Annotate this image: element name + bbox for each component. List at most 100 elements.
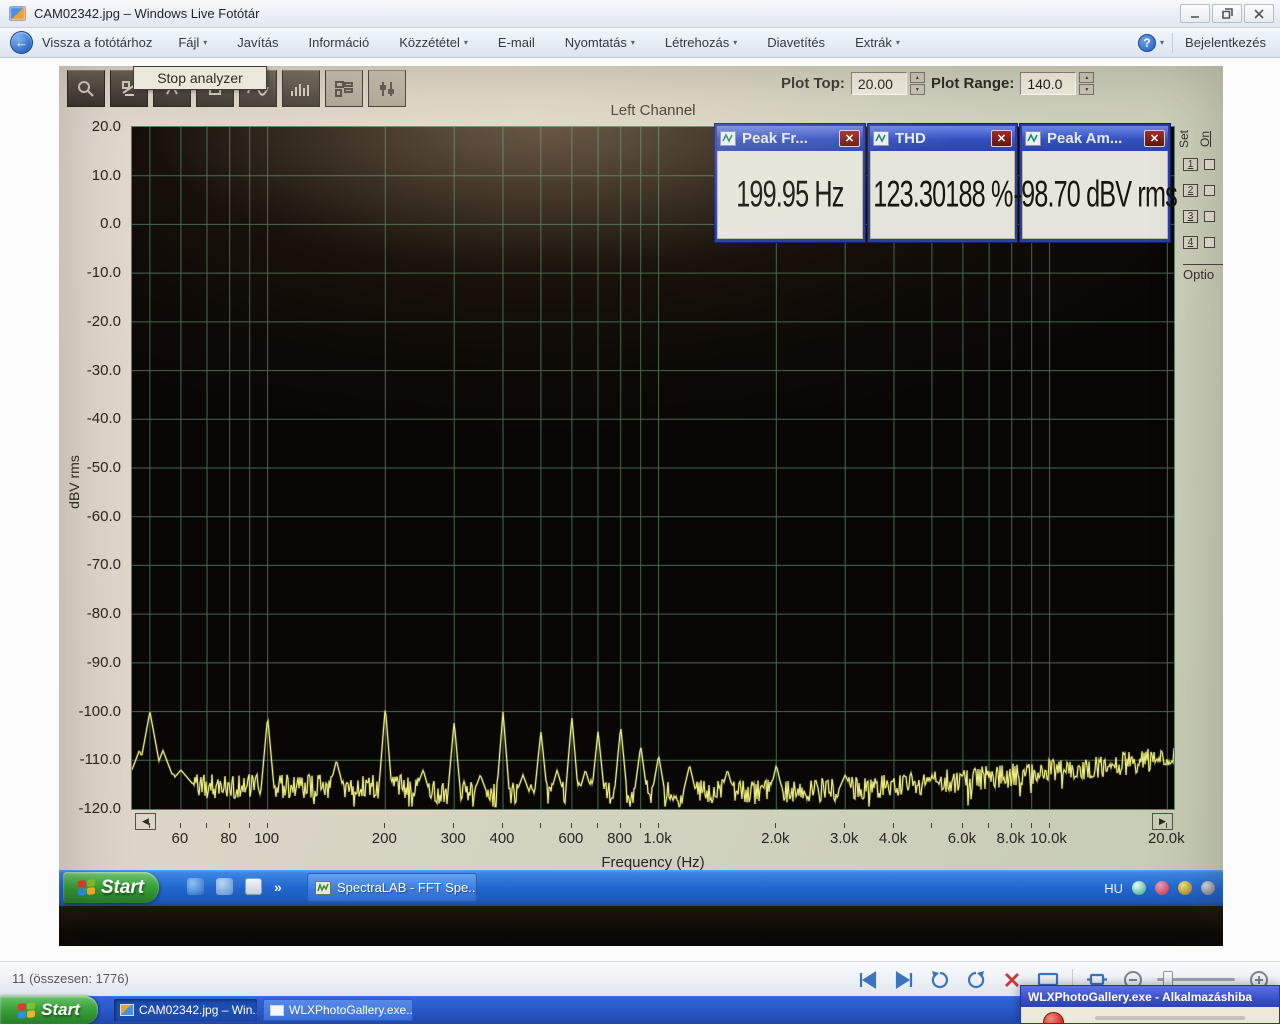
menu-print[interactable]: Nyomtatás ▾	[565, 35, 635, 50]
help-button[interactable]: ?	[1138, 33, 1157, 52]
chevron-down-icon: ▾	[463, 38, 468, 47]
menu-email[interactable]: E-mail	[498, 35, 535, 50]
thd-meter: THD ✕ 123.30188 %	[867, 123, 1018, 243]
title-bar: CAM02342.jpg – Windows Live Fotótár	[0, 0, 1280, 28]
x-tick-label: 20.0k	[1147, 830, 1185, 847]
magnifier-icon	[78, 80, 94, 97]
error-dialog-title[interactable]: WLXPhotoGallery.exe - Alkalmazáshiba	[1021, 986, 1279, 1007]
y-tick-label: -40.0	[86, 410, 121, 428]
x-tick-label: 300	[440, 830, 466, 847]
next-button[interactable]	[892, 968, 916, 992]
meter-app-icon	[1025, 131, 1041, 146]
plot-top-input[interactable]: 20.00	[850, 72, 907, 95]
plot-top-spinner[interactable]: ▲ ▼	[909, 72, 925, 95]
minimize-button[interactable]	[1180, 4, 1210, 23]
plot-range-spinner[interactable]: ▲ ▼	[1079, 72, 1095, 95]
menu-fix[interactable]: Javítás	[237, 35, 278, 50]
x-tick-label: 60	[171, 830, 189, 847]
meter-close-button: ✕	[839, 130, 860, 147]
x-axis: 60 80 100 200 300 400 600 800 1.0k 2.0k 3.0k 4.0k 6.…	[131, 810, 1185, 860]
sign-in-link[interactable]: Bejelentkezés	[1185, 35, 1266, 50]
meter-app-icon	[720, 131, 736, 146]
y-tick-label: -20.0	[86, 312, 121, 330]
meter-title-bar[interactable]: Peak Am... ✕	[1022, 126, 1168, 151]
overlay-4-checkbox	[1204, 237, 1215, 248]
meter-title-bar[interactable]: Peak Fr... ✕	[717, 126, 863, 151]
zoom-slider[interactable]	[1157, 971, 1235, 988]
tray-icon-3	[1178, 881, 1192, 895]
plot-range-input[interactable]: 140.0	[1020, 72, 1077, 95]
window-icon	[270, 1004, 284, 1016]
menu-info[interactable]: Információ	[308, 35, 369, 50]
overlay-row-1: 1	[1183, 158, 1215, 171]
desktop-icon	[245, 878, 262, 895]
x-tick-mark	[1030, 823, 1032, 828]
y-axis-title: dBV rms	[66, 455, 82, 509]
y-tick-label: -110.0	[79, 751, 121, 769]
monitor-bezel	[59, 906, 1223, 946]
menu-publish[interactable]: Közzététel ▾	[399, 35, 468, 50]
x-tick-mark	[1048, 823, 1050, 828]
meter-title-bar[interactable]: THD ✕	[870, 126, 1015, 151]
x-tick-mark	[502, 823, 503, 828]
back-button[interactable]: ←	[10, 31, 33, 54]
x-tick-mark	[206, 823, 207, 828]
x-tick-mark	[657, 823, 659, 828]
spin-down-icon: ▼	[909, 84, 925, 95]
on-column-label: On	[1198, 130, 1213, 148]
meter-close-button: ✕	[1144, 130, 1165, 147]
photo-of-spectralab-screen: Stop analyzer Plot Top: 20.00 ▲ ▼ Plot R…	[59, 66, 1223, 946]
error-dialog[interactable]: WLXPhotoGallery.exe - Alkalmazáshiba	[1020, 985, 1280, 1024]
menu-extras[interactable]: Extrák ▾	[855, 35, 900, 50]
x-tick-mark	[844, 823, 846, 828]
x-tick-mark	[266, 823, 268, 828]
photo-gallery-window: CAM02342.jpg – Windows Live Fotótár ← Vi…	[0, 0, 1280, 1024]
close-button[interactable]	[1244, 4, 1274, 23]
close-icon	[1254, 8, 1264, 19]
tray-icon-2	[1155, 881, 1169, 895]
y-tick-label: -100.0	[78, 702, 121, 720]
y-tick-label: -10.0	[86, 264, 121, 282]
plot-range-field: Plot Range: 140.0 ▲ ▼	[931, 72, 1095, 95]
overlay-2-button: 2	[1183, 184, 1198, 197]
photo-count-status: 11 (összesen: 1776)	[12, 971, 129, 986]
rotate-ccw-icon	[931, 970, 948, 988]
error-dialog-body	[1021, 1007, 1279, 1023]
next-icon	[895, 970, 913, 989]
back-to-gallery-link[interactable]: Vissza a fotótárhoz	[42, 35, 152, 50]
rotate-cw-button[interactable]	[964, 968, 988, 992]
chevron-more-icon: »	[274, 878, 282, 895]
x-tick-mark	[597, 823, 598, 828]
tray-icon-1	[1132, 881, 1146, 895]
spin-up-icon: ▲	[909, 72, 925, 83]
meter-app-icon	[873, 131, 889, 146]
start-button[interactable]: Start	[0, 996, 98, 1024]
xp-taskbar: Start » SpectraLAB - FFT Spe... HU	[59, 870, 1223, 906]
taskbar-item-photo-gallery[interactable]: CAM02342.jpg – Win...	[114, 999, 257, 1021]
truncated-error-text	[1095, 1016, 1245, 1020]
menu-file[interactable]: Fájl ▾	[178, 35, 207, 50]
xp-task-spectralab: SpectraLAB - FFT Spe...	[307, 873, 477, 902]
windows-flag-icon	[77, 879, 95, 896]
menu-slideshow[interactable]: Diavetítés	[767, 35, 825, 50]
x-tick-mark	[179, 823, 181, 828]
mixer-icon	[380, 81, 394, 96]
menu-create[interactable]: Létrehozás ▾	[665, 35, 737, 50]
y-tick-label: -70.0	[86, 556, 121, 574]
xp-system-tray: HU	[1104, 870, 1215, 906]
close-icon: ✕	[844, 133, 855, 145]
previous-icon	[859, 970, 877, 989]
overlay-panel: Set On 1 2 3 4 Optio	[1177, 92, 1223, 352]
menu-bar: ← Vissza a fotótárhoz Fájl ▾ Javítás Info…	[0, 28, 1280, 58]
rotate-cw-icon	[968, 970, 985, 988]
previous-button[interactable]	[856, 968, 880, 992]
help-icon: ?	[1143, 35, 1151, 50]
photo-file-icon	[120, 1004, 134, 1016]
x-tick-label: 4.0k	[878, 830, 908, 847]
x-tick-mark	[384, 823, 386, 828]
x-tick-mark	[570, 823, 572, 828]
peak-frequency-meter: Peak Fr... ✕ 199.95 Hz	[714, 123, 866, 243]
taskbar-item-wlxphotogallery[interactable]: WLXPhotoGallery.exe...	[263, 999, 413, 1021]
rotate-ccw-button[interactable]	[928, 968, 952, 992]
restore-button[interactable]	[1212, 4, 1242, 23]
